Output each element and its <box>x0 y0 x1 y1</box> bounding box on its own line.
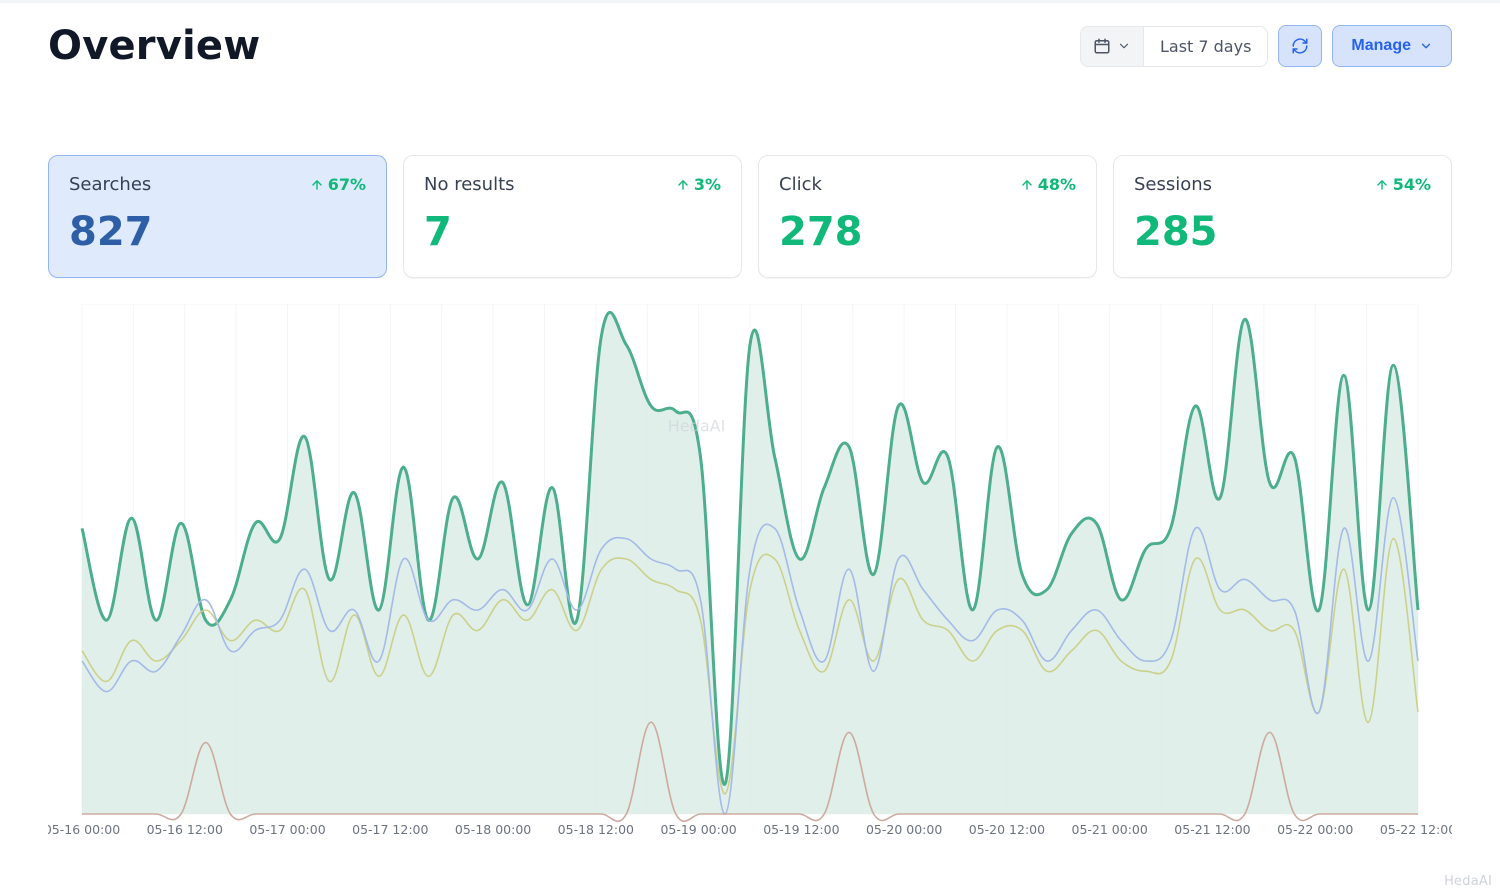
date-range-calendar-button[interactable] <box>1081 27 1144 66</box>
x-tick-label: 05-17 12:00 <box>352 822 428 837</box>
x-tick-label: 05-20 12:00 <box>969 822 1045 837</box>
stat-delta: 48% <box>1020 175 1076 194</box>
stat-card-searches[interactable]: Searches 67% 827 <box>48 155 387 278</box>
x-tick-label: 05-20 00:00 <box>866 822 942 837</box>
x-tick-label: 05-16 12:00 <box>147 822 223 837</box>
x-tick-label: 05-19 12:00 <box>763 822 839 837</box>
date-range-picker[interactable]: Last 7 days <box>1080 26 1268 67</box>
x-tick-label: 05-21 12:00 <box>1174 822 1250 837</box>
overview-chart: HedaAI 05-16 00:00 05-16 12:00 05-17 00:00 0… <box>48 304 1452 848</box>
x-tick-label: 05-19 00:00 <box>660 822 736 837</box>
refresh-icon <box>1291 37 1309 55</box>
overview-chart-svg: HedaAI 05-16 00:00 05-16 12:00 05-17 00:00 0… <box>48 304 1452 844</box>
stat-value: 7 <box>424 209 721 255</box>
stat-delta-value: 67% <box>328 175 366 194</box>
stat-label: No results <box>424 174 515 195</box>
stat-delta: 3% <box>676 175 721 194</box>
stat-value: 827 <box>69 209 366 255</box>
stat-card-sessions[interactable]: Sessions 54% 285 <box>1113 155 1452 278</box>
arrow-up-icon <box>1020 178 1034 192</box>
stat-card-click[interactable]: Click 48% 278 <box>758 155 1097 278</box>
page-header: Overview Last 7 days <box>48 3 1452 69</box>
chart-watermark: HedaAI <box>668 417 726 436</box>
x-tick-label: 05-16 00:00 <box>48 822 120 837</box>
arrow-up-icon <box>310 178 324 192</box>
manage-button-label: Manage <box>1351 37 1411 55</box>
header-actions: Last 7 days Manage <box>1080 25 1452 67</box>
x-tick-label: 05-22 00:00 <box>1277 822 1353 837</box>
stat-delta: 67% <box>310 175 366 194</box>
stat-delta-value: 48% <box>1038 175 1076 194</box>
chevron-down-icon <box>1117 39 1131 53</box>
chevron-down-icon <box>1419 39 1433 53</box>
date-range-label[interactable]: Last 7 days <box>1144 27 1267 66</box>
stat-value: 278 <box>779 209 1076 255</box>
stat-delta-value: 54% <box>1393 175 1431 194</box>
arrow-up-icon <box>676 178 690 192</box>
stat-cards: Searches 67% 827 No results 3% 7 Click 48% 278 Se… <box>48 155 1452 278</box>
stat-value: 285 <box>1134 209 1431 255</box>
manage-button[interactable]: Manage <box>1332 25 1452 67</box>
x-tick-label: 05-18 12:00 <box>558 822 634 837</box>
x-tick-label: 05-21 00:00 <box>1072 822 1148 837</box>
stat-card-noresults[interactable]: No results 3% 7 <box>403 155 742 278</box>
page-title: Overview <box>48 23 260 69</box>
stat-label: Click <box>779 174 822 195</box>
x-tick-label: 05-22 12:00 <box>1380 822 1452 837</box>
refresh-button[interactable] <box>1278 25 1322 67</box>
x-tick-label: 05-18 00:00 <box>455 822 531 837</box>
stat-label: Searches <box>69 174 151 195</box>
x-tick-label: 05-17 00:00 <box>249 822 325 837</box>
stat-delta: 54% <box>1375 175 1431 194</box>
stat-delta-value: 3% <box>694 175 721 194</box>
arrow-up-icon <box>1375 178 1389 192</box>
brand-watermark: HedaAI <box>1444 874 1492 889</box>
stat-label: Sessions <box>1134 174 1212 195</box>
calendar-icon <box>1093 37 1111 55</box>
